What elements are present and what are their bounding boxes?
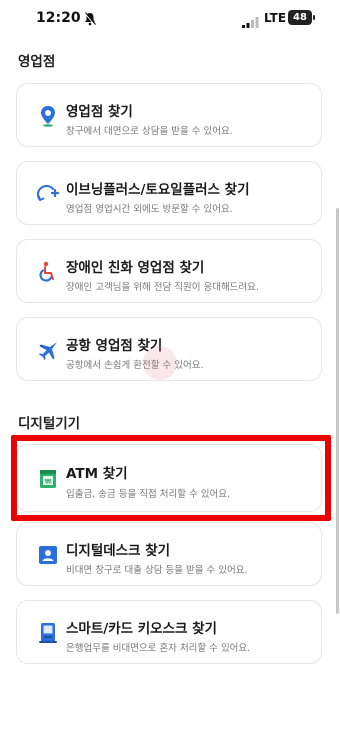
wheelchair-icon [36, 260, 60, 284]
card-description: 은행업무를 비대면으로 혼자 처리할 수 있어요. [66, 643, 251, 654]
card-description: 창구에서 대면으로 상담을 받을 수 있어요. [66, 126, 233, 137]
digital-desk-card[interactable]: 디지털데스크 찾기 비대면 창구로 대출 상담 등을 받을 수 있어요. [16, 522, 322, 586]
kiosk-icon [36, 621, 60, 645]
clock-plus-icon [36, 182, 60, 206]
card-description: 영업점 영업시간 외에도 방문할 수 있어요. [66, 204, 233, 215]
section-title-digital: 디지털기기 [18, 416, 81, 432]
card-title: 영업점 찾기 [66, 104, 133, 120]
network-type: LTE [264, 11, 287, 25]
card-title: 디지털데스크 찾기 [66, 543, 171, 559]
card-title: 이브닝플러스/토요일플러스 찾기 [66, 182, 250, 198]
battery-icon: 48 [288, 10, 315, 25]
bell-muted-icon [84, 11, 96, 30]
signal-icon [242, 13, 259, 32]
kiosk-find-card[interactable]: 스마트/카드 키오스크 찾기 은행업무를 비대면으로 혼자 처리할 수 있어요. [16, 600, 322, 664]
scrollbar[interactable] [336, 208, 339, 614]
location-pin-icon [36, 104, 60, 128]
card-description: 공항에서 손쉽게 환전할 수 있어요. [66, 360, 204, 371]
card-description: 장애인 고객님을 위해 전담 직원이 응대해드려요. [66, 282, 259, 293]
watermark-stamp [143, 346, 177, 380]
section-title-branch: 영업점 [18, 54, 56, 70]
card-description: 비대면 창구로 대출 상담 등을 받을 수 있어요. [66, 565, 248, 576]
status-bar: 12:20 LTE 48 [0, 0, 340, 38]
accessible-branch-card[interactable]: 장애인 친화 영업점 찾기 장애인 고객님을 위해 전담 직원이 응대해드려요. [16, 239, 322, 303]
highlight-box [11, 435, 331, 521]
status-time: 12:20 [36, 10, 81, 26]
card-title: 장애인 친화 영업점 찾기 [66, 260, 205, 276]
digital-desk-icon [36, 543, 60, 567]
branch-find-card[interactable]: 영업점 찾기 창구에서 대면으로 상담을 받을 수 있어요. [16, 83, 322, 147]
airplane-icon [36, 338, 60, 362]
card-title: 스마트/카드 키오스크 찾기 [66, 621, 217, 637]
evening-saturday-plus-card[interactable]: 이브닝플러스/토요일플러스 찾기 영업점 영업시간 외에도 방문할 수 있어요. [16, 161, 322, 225]
